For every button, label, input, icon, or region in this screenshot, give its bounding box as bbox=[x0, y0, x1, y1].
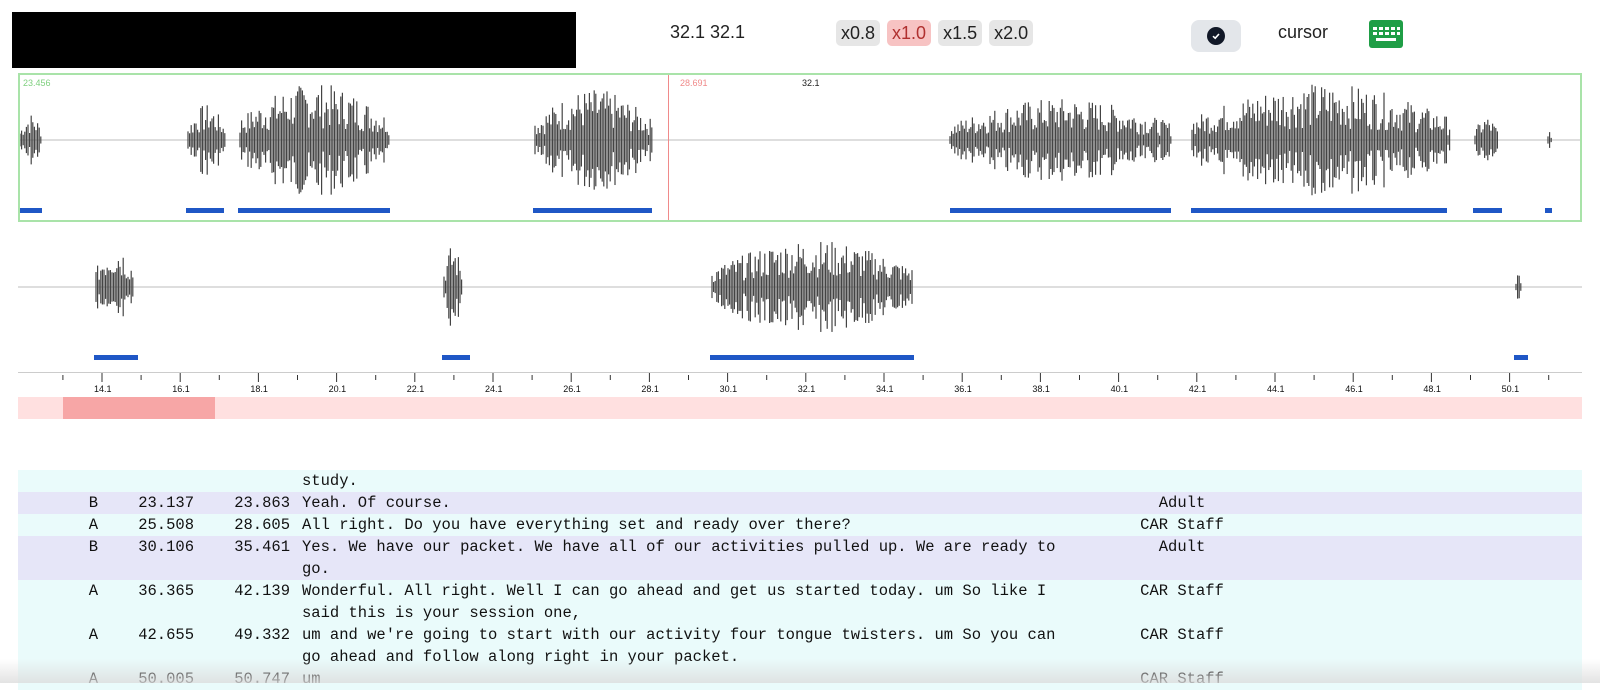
transcript-row[interactable]: A 25.508 28.605 All right. Do you have e… bbox=[18, 514, 1582, 536]
speaker-cell: A bbox=[88, 582, 98, 600]
bottom-fade bbox=[0, 659, 1600, 683]
speaker-cell bbox=[18, 470, 98, 492]
utterance-text: Wonderful. All right. Well I can go ahea… bbox=[302, 582, 1047, 622]
end-time-cell: 35.461 bbox=[234, 538, 290, 556]
ruler-tick-label: 30.1 bbox=[720, 384, 738, 394]
ruler-tick-label: 24.1 bbox=[485, 384, 503, 394]
marker-line bbox=[668, 75, 669, 220]
speed-button-1-0[interactable]: x1.0 bbox=[887, 20, 932, 46]
end-time-cell: 28.605 bbox=[234, 516, 290, 534]
ruler-tick-label: 18.1 bbox=[250, 384, 268, 394]
mode-label: cursor bbox=[1278, 22, 1329, 42]
view-start-label: 23.456 bbox=[23, 78, 51, 88]
speed-button-2-0[interactable]: x2.0 bbox=[989, 20, 1034, 46]
time-ruler: 14.1 16.1 18.1 20.1 22.1 24.1 26.1 28.1 30.1 32.1… bbox=[18, 372, 1582, 396]
ruler-tick-label: 42.1 bbox=[1189, 384, 1207, 394]
ruler-tick-label: 36.1 bbox=[954, 384, 972, 394]
marker-label: 28.691 bbox=[680, 78, 708, 88]
keyboard-icon[interactable] bbox=[1369, 20, 1403, 48]
ruler-tick-label: 20.1 bbox=[329, 384, 347, 394]
role-cell bbox=[1060, 470, 1242, 492]
transcript-table: study. B 23.137 23.863 Yeah. Of course. … bbox=[18, 470, 1582, 690]
role-cell: CAR Staff bbox=[1140, 516, 1224, 534]
time-readout: 32.1 32.1 bbox=[670, 22, 746, 42]
playback-speed-group: x0.8 x1.0 x1.5 x2.0 bbox=[836, 20, 1034, 46]
ruler-tick-label: 48.1 bbox=[1423, 384, 1441, 394]
ruler-tick-label: 44.1 bbox=[1267, 384, 1285, 394]
utterance-text: All right. Do you have everything set an… bbox=[302, 516, 851, 534]
ruler-tick-label: 16.1 bbox=[172, 384, 190, 394]
ruler-tick-label: 22.1 bbox=[407, 384, 425, 394]
ruler-tick-label: 50.1 bbox=[1502, 384, 1520, 394]
speaker-cell: B bbox=[88, 494, 98, 512]
ruler-tick-label: 40.1 bbox=[1111, 384, 1129, 394]
transcript-row[interactable]: B 30.106 35.461 Yes. We have our packet.… bbox=[18, 536, 1582, 580]
end-time-cell: 42.139 bbox=[234, 582, 290, 600]
transcript-row[interactable]: B 23.137 23.863 Yeah. Of course. Adult bbox=[18, 492, 1582, 514]
utterance-text: Yes. We have our packet. We have all of … bbox=[302, 538, 1056, 578]
waveform-overview[interactable]: 23.456 28.691 32.1 bbox=[18, 73, 1582, 222]
ruler-tick-label: 28.1 bbox=[641, 384, 659, 394]
transcript-row[interactable]: A 36.365 42.139 Wonderful. All right. We… bbox=[18, 580, 1582, 624]
ruler-tick-label: 14.1 bbox=[94, 384, 112, 394]
end-time-cell: 23.863 bbox=[234, 494, 290, 512]
check-circle-icon bbox=[1207, 27, 1225, 45]
ruler-tick-label: 38.1 bbox=[1032, 384, 1050, 394]
start-time-cell: 25.508 bbox=[138, 516, 194, 534]
start-time-cell: 36.365 bbox=[138, 582, 194, 600]
speed-button-0-8[interactable]: x0.8 bbox=[836, 20, 881, 46]
transcript-row[interactable]: study. bbox=[18, 470, 1582, 492]
end-time-cell bbox=[194, 470, 290, 492]
utterance-text: Yeah. Of course. bbox=[302, 494, 451, 512]
role-cell: Adult bbox=[1158, 538, 1206, 556]
ruler-tick-label: 46.1 bbox=[1345, 384, 1363, 394]
confirm-button[interactable] bbox=[1191, 20, 1241, 52]
speed-button-1-5[interactable]: x1.5 bbox=[938, 20, 983, 46]
ruler-tick-label: 26.1 bbox=[563, 384, 581, 394]
ruler-tick-label: 34.1 bbox=[876, 384, 894, 394]
waveform-detail[interactable] bbox=[18, 232, 1582, 372]
start-time-cell: 23.137 bbox=[138, 494, 194, 512]
speaker-cell: B bbox=[88, 538, 98, 556]
role-cell: CAR Staff bbox=[1140, 582, 1224, 600]
cursor-label: 32.1 bbox=[802, 78, 820, 88]
timeline-scrollbar[interactable] bbox=[18, 397, 1582, 419]
role-cell: Adult bbox=[1158, 494, 1206, 512]
speaker-cell: A bbox=[88, 516, 98, 534]
redacted-title-area bbox=[12, 12, 576, 68]
utterance-text: study. bbox=[302, 472, 358, 490]
ruler-tick-label: 32.1 bbox=[798, 384, 816, 394]
start-time-cell bbox=[98, 470, 194, 492]
start-time-cell: 30.106 bbox=[138, 538, 194, 556]
timeline-scroll-thumb[interactable] bbox=[63, 397, 215, 419]
